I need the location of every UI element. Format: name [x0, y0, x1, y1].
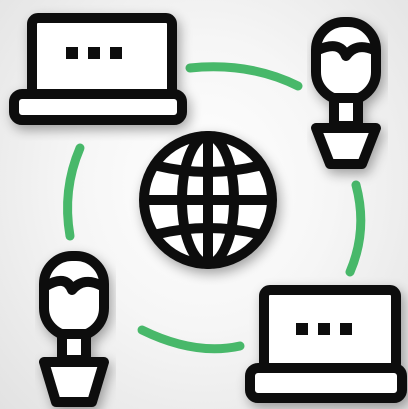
- network-illustration: [0, 0, 408, 409]
- globe-icon: [139, 131, 277, 269]
- illustration-svg: [9, 13, 407, 407]
- laptop-icon: [9, 13, 187, 125]
- laptop-icon: [245, 285, 407, 403]
- person-icon: [39, 251, 109, 407]
- person-icon: [311, 17, 381, 169]
- connector-arc-right: [345, 180, 366, 277]
- laptop-dots-icon: [66, 47, 122, 59]
- connector-arc-left: [63, 143, 85, 241]
- connector-arc-top: [185, 62, 303, 91]
- laptop-dots-icon: [296, 323, 352, 335]
- connector-arc-bottom: [137, 325, 245, 354]
